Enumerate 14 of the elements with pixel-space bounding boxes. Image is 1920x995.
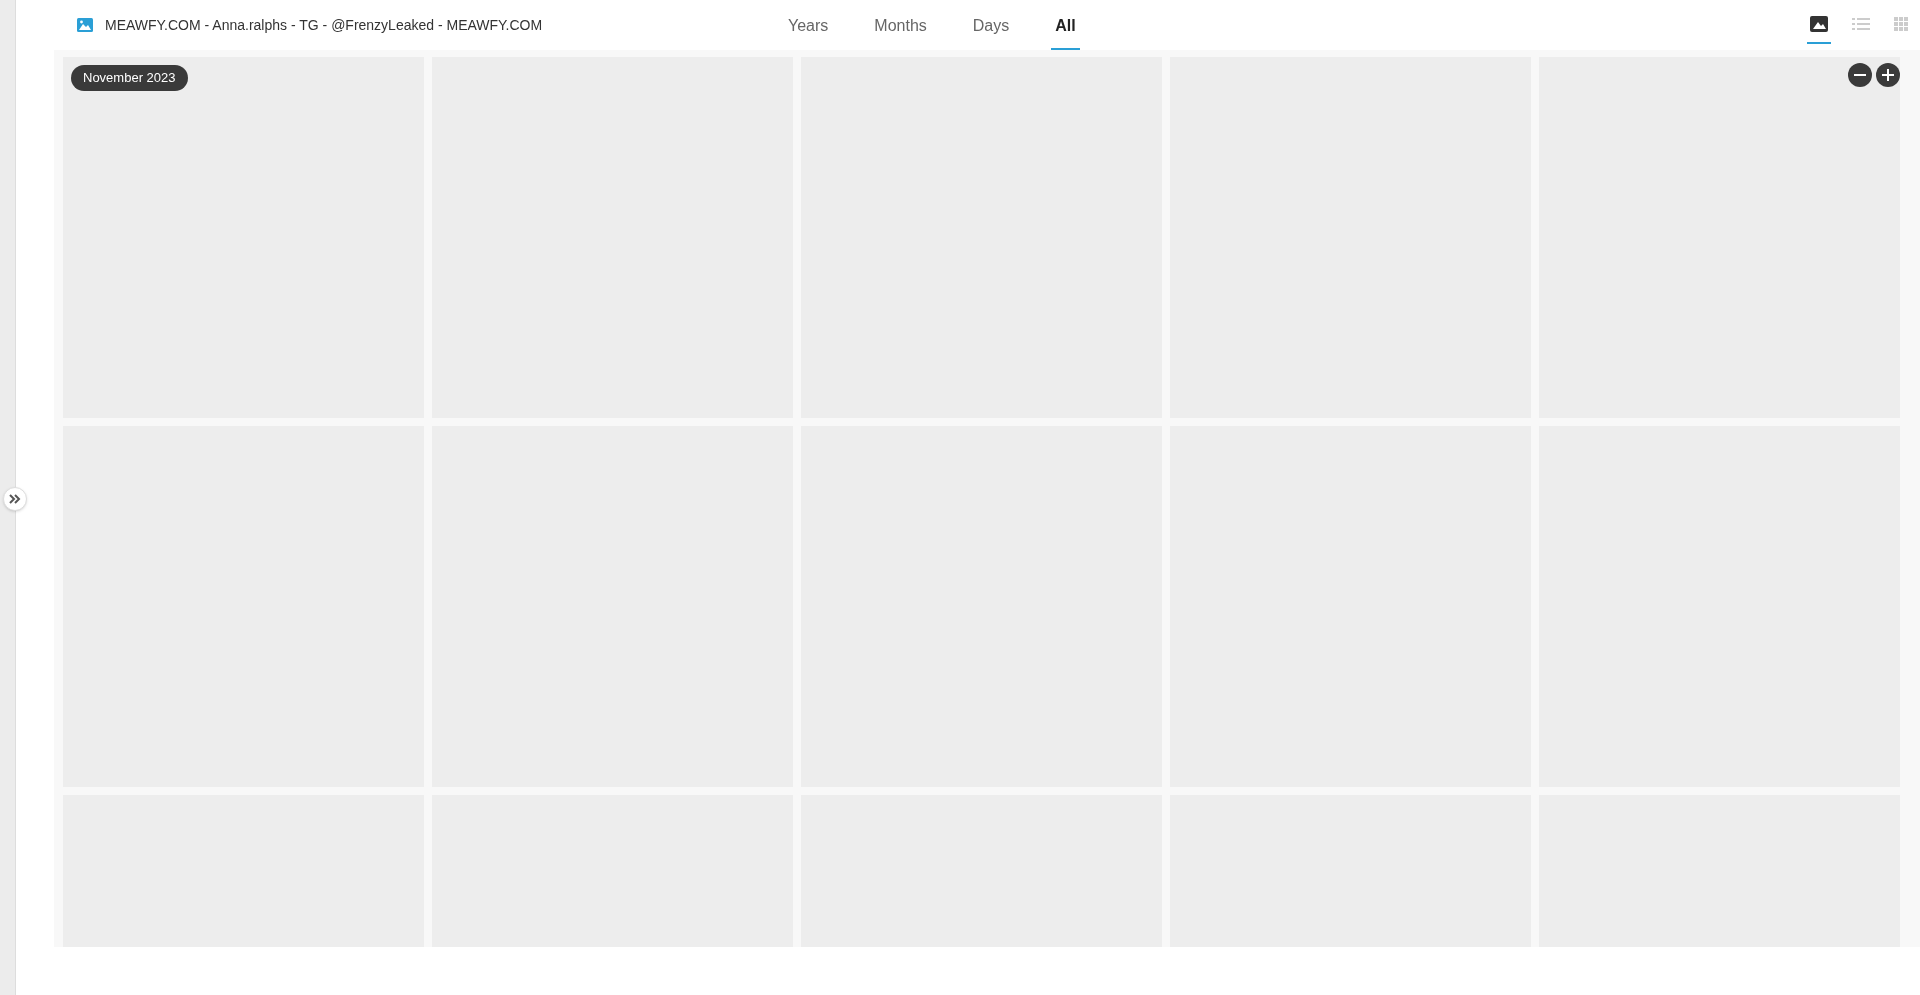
date-badge: November 2023 [71,65,188,91]
image-icon [77,18,93,32]
view-tab[interactable]: Years [784,4,833,50]
album-title: MEAWFY.COM - Anna.ralphs - TG - @FrenzyLeaked - MEAWFY.COM [105,15,543,35]
plus-icon [1882,69,1894,81]
list-icon [1852,17,1870,31]
view-tab[interactable]: Months [870,4,931,50]
view-tab[interactable]: Days [968,4,1014,50]
expand-sidebar-button[interactable] [3,487,27,511]
minus-icon [1854,74,1866,76]
grid-icon [1894,16,1909,32]
photo-placeholder[interactable] [63,57,424,418]
image-icon [1810,16,1828,32]
double-chevron-icon [9,494,21,504]
